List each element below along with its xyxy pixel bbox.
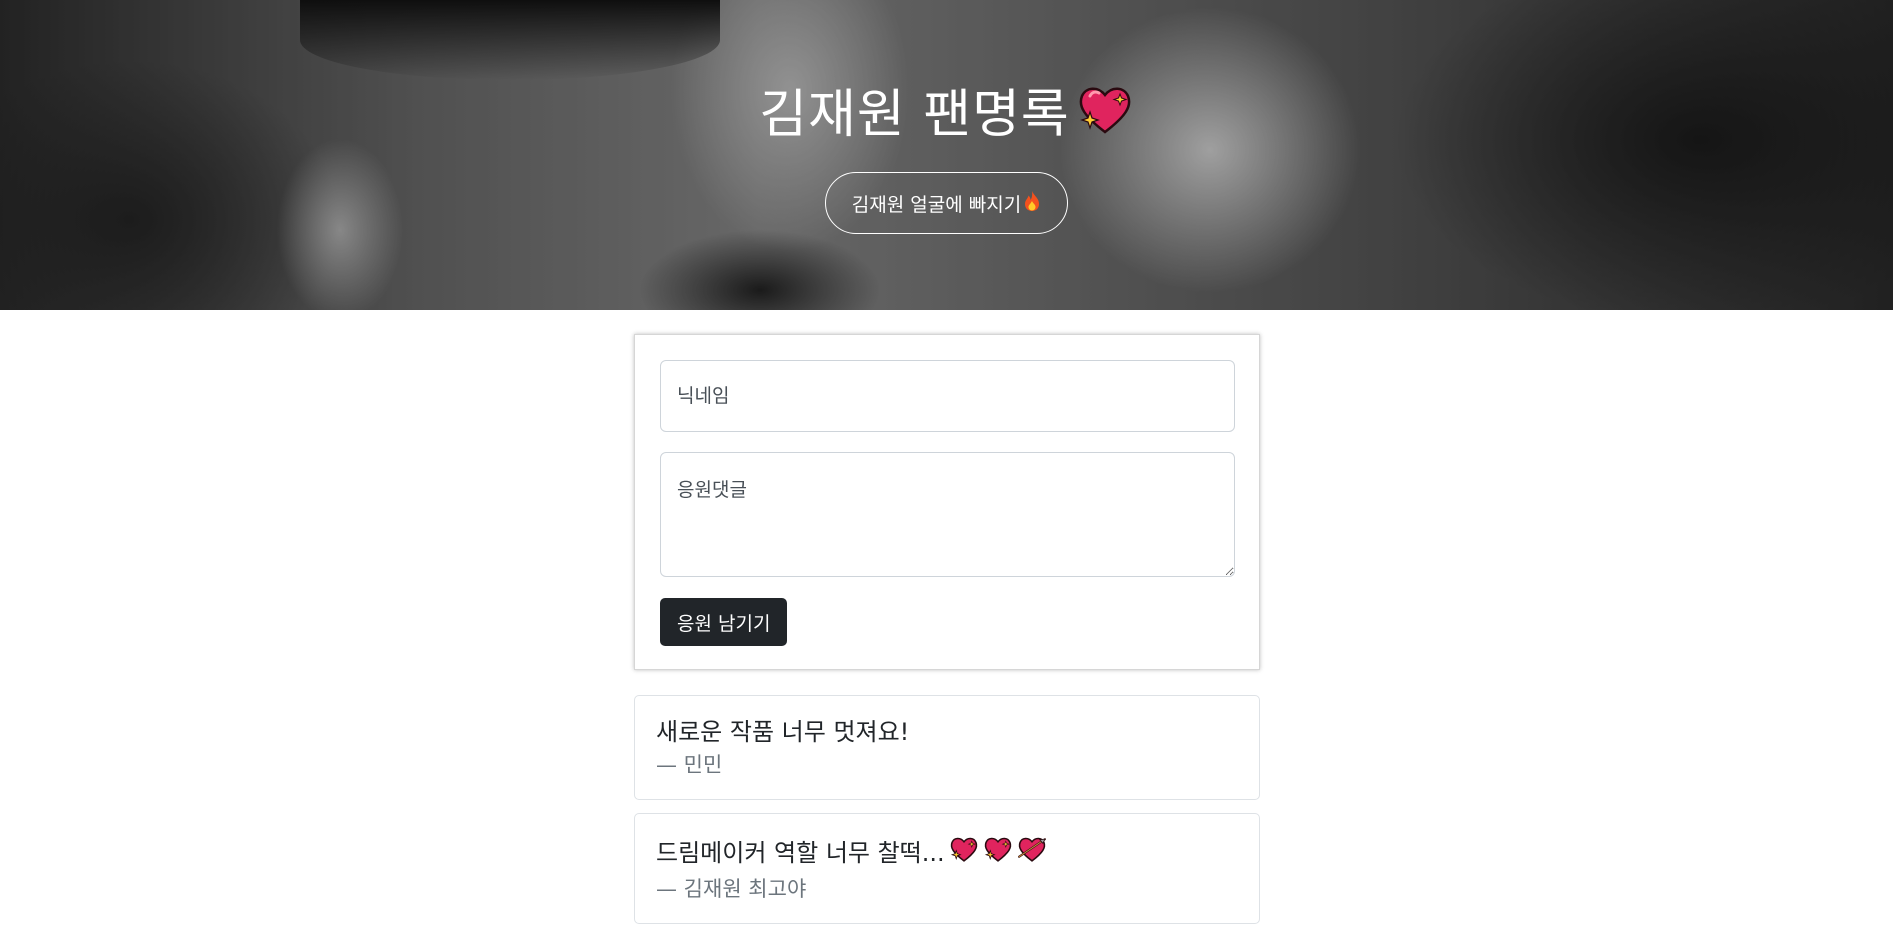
hero-content: 김재원 팬명록 김재원 얼굴에 빠지기 bbox=[0, 0, 1893, 310]
fall-for-face-button[interactable]: 김재원 얼굴에 빠지기 bbox=[824, 172, 1069, 235]
fall-for-face-button-label: 김재원 얼굴에 빠지기 bbox=[851, 193, 1022, 216]
comment-list: 새로운 작품 너무 멋져요! — 민민 드림메이커 역할 너무 찰떡... — … bbox=[634, 695, 1260, 937]
nickname-input[interactable] bbox=[660, 360, 1235, 432]
comment-text: 드림메이커 역할 너무 찰떡... bbox=[656, 835, 1238, 871]
heart-with-arrow-icon bbox=[1017, 835, 1047, 871]
sparkling-heart-icon bbox=[983, 835, 1013, 871]
comment-text-body: 새로운 작품 너무 멋져요! bbox=[656, 718, 910, 746]
comment-card: 드림메이커 역할 너무 찰떡... — 김재원 최고야 bbox=[634, 813, 1260, 924]
comment-card: 새로운 작품 너무 멋져요! — 민민 bbox=[634, 695, 1260, 801]
comment-author: — 김재원 최고야 bbox=[656, 876, 807, 901]
hero-banner: 김재원 팬명록 김재원 얼굴에 빠지기 bbox=[0, 0, 1893, 310]
comment-text: 새로운 작품 너무 멋져요! bbox=[656, 717, 1238, 748]
cheer-comment-textarea[interactable] bbox=[660, 452, 1235, 577]
page-title: 김재원 팬명록 bbox=[759, 82, 1134, 148]
sparkling-heart-icon bbox=[1076, 82, 1134, 148]
fan-comment-form: 응원 남기기 bbox=[634, 334, 1260, 670]
comment-text-body: 드림메이커 역할 너무 찰떡... bbox=[656, 838, 945, 867]
comment-author: — 민민 bbox=[656, 753, 723, 778]
sparkling-heart-icon bbox=[949, 835, 979, 871]
submit-cheer-button[interactable]: 응원 남기기 bbox=[660, 598, 788, 646]
flame-icon bbox=[1023, 190, 1041, 217]
page-title-text: 김재원 팬명록 bbox=[759, 84, 1070, 145]
